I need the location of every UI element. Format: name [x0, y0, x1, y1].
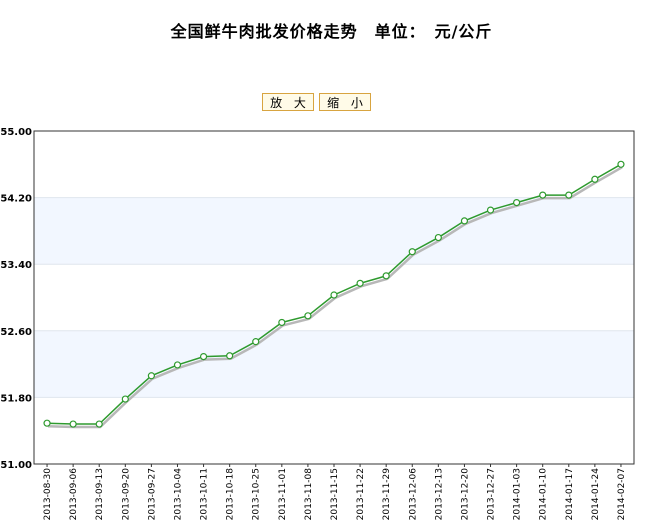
data-point[interactable]	[121, 395, 129, 403]
data-point[interactable]	[69, 420, 77, 428]
x-tick-label: 2013-09-06	[69, 468, 79, 521]
data-point[interactable]	[539, 191, 547, 199]
y-tick-label: 51.00	[0, 460, 32, 471]
data-point[interactable]	[199, 353, 208, 361]
x-tick-label: 2013-10-25	[252, 468, 262, 520]
x-tick-label: 2014-01-10	[539, 468, 549, 521]
data-point[interactable]	[147, 372, 155, 380]
y-tick-label: 51.80	[0, 393, 32, 404]
x-tick-label: 2013-10-11	[200, 468, 210, 520]
data-point[interactable]	[304, 312, 312, 320]
data-point[interactable]	[382, 272, 390, 280]
x-tick-label: 2013-09-27	[147, 468, 157, 520]
x-tick-label: 2013-11-29	[382, 468, 392, 521]
x-tick-label: 2013-12-06	[408, 468, 418, 521]
x-tick-label: 2013-09-20	[121, 468, 131, 521]
x-tick-label: 2013-11-01	[278, 468, 288, 520]
grid-band	[34, 197, 634, 265]
x-tick-label: 2014-01-17	[565, 468, 575, 520]
data-point[interactable]	[226, 352, 234, 360]
data-point[interactable]	[95, 420, 103, 428]
data-point[interactable]	[617, 160, 625, 168]
data-point[interactable]	[513, 198, 521, 207]
x-tick-label: 2013-08-30	[43, 468, 53, 521]
y-tick-label: 52.60	[0, 327, 32, 338]
y-tick-label: 55.00	[0, 127, 32, 138]
data-point[interactable]	[356, 279, 364, 287]
x-tick-label: 2013-09-13	[95, 468, 105, 520]
x-tick-label: 2013-12-27	[487, 468, 497, 520]
data-point[interactable]	[460, 217, 469, 225]
x-tick-label: 2013-10-18	[226, 468, 236, 521]
x-tick-label: 2013-11-15	[330, 468, 340, 520]
y-tick-label: 53.40	[0, 260, 32, 271]
data-point[interactable]	[43, 419, 51, 427]
x-tick-label: 2013-12-13	[434, 468, 444, 520]
line-chart: 51.00 51.80 52.60 53.40 54.20 55.00 2013-08-3…	[0, 127, 635, 521]
data-point[interactable]	[591, 175, 599, 183]
x-tick-label: 2014-01-03	[513, 468, 523, 520]
data-point[interactable]	[278, 318, 286, 327]
y-tick-label: 54.20	[0, 194, 32, 205]
x-tick-label: 2013-12-20	[460, 468, 470, 521]
data-point[interactable]	[252, 338, 260, 346]
data-point[interactable]	[434, 233, 442, 242]
x-tick-label: 2014-02-07	[617, 468, 627, 520]
x-tick-label: 2013-10-04	[173, 468, 183, 521]
data-point[interactable]	[330, 291, 338, 299]
x-tick-label: 2013-11-22	[356, 468, 366, 520]
data-point[interactable]	[565, 191, 573, 199]
grid-band	[34, 330, 634, 398]
x-tick-label: 2013-11-08	[304, 468, 314, 521]
data-point[interactable]	[486, 206, 495, 214]
x-tick-label: 2014-01-24	[591, 468, 601, 521]
data-point[interactable]	[408, 248, 416, 256]
data-point[interactable]	[173, 361, 182, 369]
